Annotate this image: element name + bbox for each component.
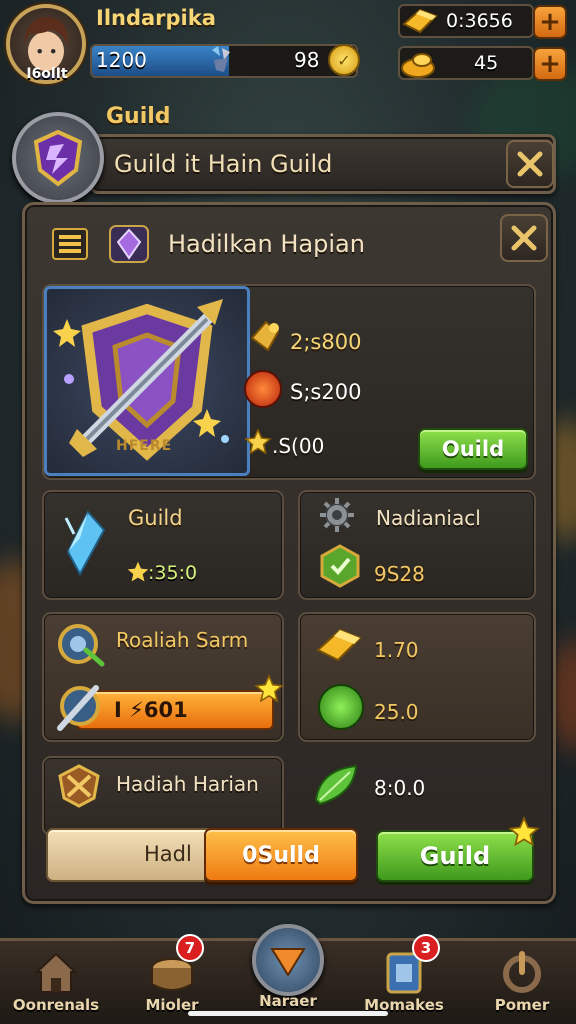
- home-indicator: [188, 1011, 388, 1016]
- power-icon: [503, 951, 541, 993]
- dialog-close-button[interactable]: [500, 214, 548, 262]
- close-icon: [517, 151, 543, 177]
- star-icon: [254, 674, 284, 708]
- green-gem-icon: [318, 684, 364, 730]
- xp-value: 1200: [96, 48, 147, 72]
- card-resources-value-1: 1.70: [374, 638, 419, 662]
- gold-nugget-icon: [398, 44, 440, 88]
- hadl-tab-label: Hadl: [144, 842, 192, 866]
- trophy-icon: [244, 316, 288, 360]
- stat-value: 98: [294, 48, 320, 72]
- featured-guild-button[interactable]: Ouild: [418, 428, 528, 470]
- shield-banner: HFERE: [116, 438, 173, 454]
- nav-label: Naraer: [259, 992, 317, 1010]
- card-guild-title: Guild: [128, 506, 183, 530]
- add-gold-button[interactable]: +: [533, 5, 567, 39]
- add-nugget-button[interactable]: +: [533, 47, 567, 81]
- gold-bar-icon: [398, 0, 440, 44]
- house-icon: [34, 952, 78, 993]
- crystal-icon: [58, 508, 112, 584]
- selected-nav-shield-icon: [252, 924, 324, 996]
- card-roaliah-title: Roaliah Sarm: [116, 628, 249, 652]
- gold-bar-icon: [312, 620, 364, 672]
- nav-oonrenals[interactable]: Oonrenals: [8, 942, 104, 1024]
- dialog-title: Hadilkan Hapian: [168, 230, 365, 258]
- star-icon: [244, 428, 272, 460]
- player-level: I6olIt: [26, 66, 68, 82]
- card-nadianiacl-title: Nadianiacl: [376, 506, 481, 530]
- nav-label: Pomer: [494, 996, 550, 1014]
- card-guild-value: :35:0: [148, 562, 198, 584]
- guild-emblem-icon[interactable]: [12, 112, 104, 204]
- leaf-icon: [310, 760, 362, 814]
- star-icon: [508, 816, 540, 852]
- card-roaliah-bar-value: I ⚡601: [114, 698, 188, 722]
- sword-shield-icon: [52, 678, 106, 738]
- orange-guild-button[interactable]: 0Sulld: [204, 828, 358, 882]
- dialog-gem-icon: [104, 220, 154, 272]
- daily-emblem-icon: [54, 762, 104, 814]
- nav-label: Oonrenals: [12, 996, 100, 1014]
- notification-badge: 3: [412, 934, 440, 962]
- gear-icon: [318, 496, 356, 538]
- green-emblem-icon: [316, 542, 364, 594]
- featured-reward-1: 2;s800: [290, 330, 362, 354]
- guild-close-button[interactable]: [506, 140, 554, 188]
- star-icon: [126, 560, 150, 588]
- notification-badge: 7: [176, 934, 204, 962]
- menu-icon[interactable]: [52, 228, 88, 260]
- card-nadianiacl-value: 9S28: [374, 562, 425, 586]
- gold-amount: 0:3656: [446, 10, 513, 32]
- card-daily-value: 8:0.0: [374, 776, 426, 800]
- featured-reward-2: S;s200: [290, 380, 362, 404]
- nav-pomer[interactable]: Pomer: [474, 942, 570, 1024]
- featured-reward-3: .S(00: [272, 434, 325, 458]
- ruby-icon: [244, 370, 282, 408]
- guild-title: Guild it Hain Guild: [114, 150, 333, 178]
- nugget-amount: 45: [474, 52, 499, 74]
- target-shield-icon: [54, 620, 108, 672]
- close-icon: [511, 225, 537, 251]
- card-daily-title: Hadiah Harian: [116, 772, 259, 796]
- crystal-cluster-icon: [204, 42, 238, 80]
- guild-label: Guild: [106, 104, 171, 129]
- gold-coin-icon: ✓: [328, 44, 360, 76]
- player-name: Ilndarpika: [96, 6, 216, 30]
- card-resources-value-2: 25.0: [374, 700, 419, 724]
